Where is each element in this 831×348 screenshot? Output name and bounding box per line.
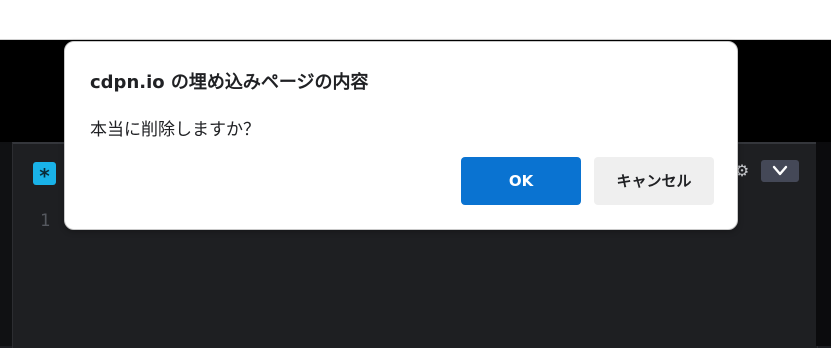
cancel-button[interactable]: キャンセル bbox=[594, 157, 714, 205]
confirm-dialog: cdpn.io の埋め込みページの内容 本当に削除しますか？ OK キャンセル bbox=[64, 41, 738, 230]
dialog-message: 本当に削除しますか？ bbox=[90, 120, 260, 140]
browser-top-bar bbox=[0, 0, 831, 40]
dialog-title: cdpn.io の埋め込みページの内容 bbox=[90, 72, 369, 93]
editor-edge bbox=[816, 142, 831, 346]
collapse-button[interactable] bbox=[761, 160, 799, 182]
chevron-down-icon bbox=[772, 165, 788, 176]
ok-button[interactable]: OK bbox=[461, 157, 581, 205]
language-badge-icon: * bbox=[33, 162, 56, 188]
line-number: 1 bbox=[40, 211, 51, 231]
